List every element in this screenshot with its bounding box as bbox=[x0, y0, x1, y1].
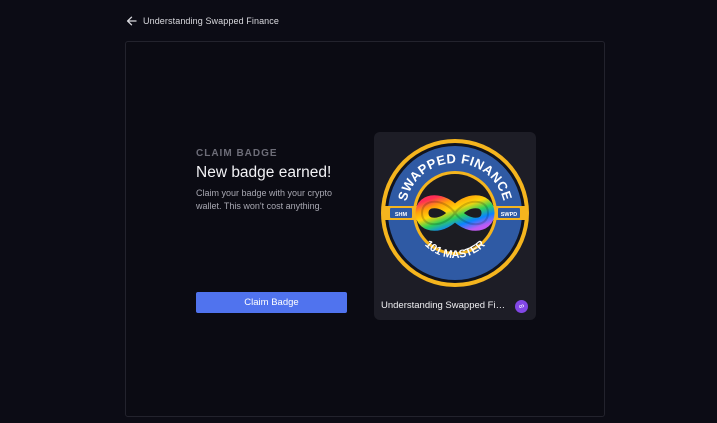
page: Understanding Swapped Finance CLAIM BADG… bbox=[0, 0, 717, 423]
nft-card[interactable]: SHM SWPD SWAPPED FINANCE 101 MASTER Unde… bbox=[374, 132, 536, 320]
claim-headline: New badge earned! bbox=[196, 164, 332, 181]
claim-card: CLAIM BADGE New badge earned! Claim your… bbox=[125, 41, 605, 417]
back-link[interactable]: Understanding Swapped Finance bbox=[126, 16, 279, 26]
claim-description: Claim your badge with your crypto wallet… bbox=[196, 188, 333, 211]
badge-image: SHM SWPD SWAPPED FINANCE 101 MASTER bbox=[380, 138, 530, 288]
claim-eyebrow: CLAIM BADGE bbox=[196, 148, 278, 159]
badge-right-tag: SWPD bbox=[501, 212, 518, 218]
claim-badge-button[interactable]: Claim Badge bbox=[196, 292, 347, 313]
badge-left-tag: SHM bbox=[395, 212, 408, 218]
back-link-label: Understanding Swapped Finance bbox=[143, 16, 279, 26]
arrow-left-icon bbox=[126, 16, 137, 26]
polygon-icon bbox=[515, 300, 528, 313]
nft-name: Understanding Swapped Finance 101 Master bbox=[381, 300, 509, 311]
